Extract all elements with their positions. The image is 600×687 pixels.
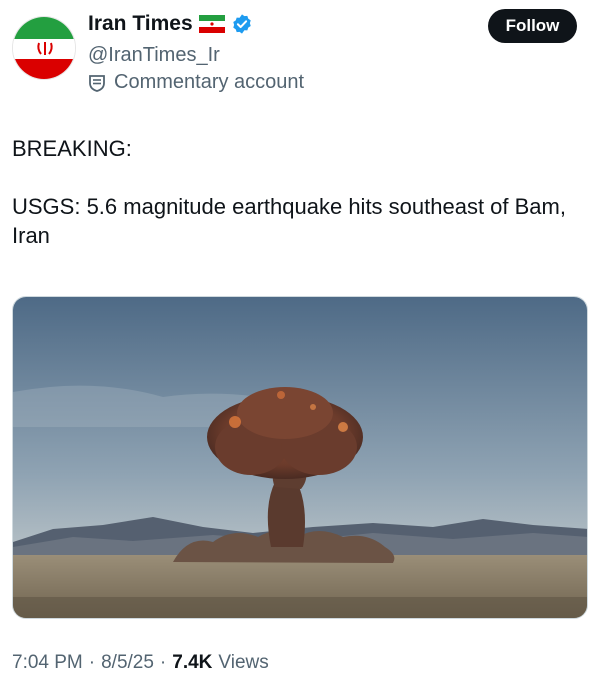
tweet-time[interactable]: 7:04 PM (12, 652, 83, 674)
mushroom-cloud-image (13, 297, 587, 618)
iran-flag-icon (198, 15, 225, 33)
views-count: 7.4K (172, 652, 213, 673)
tweet-line-gap (12, 163, 588, 192)
tweet-meta-row: 7:04 PM · 8/5/25 · 7.4K Views (12, 652, 269, 674)
tweet-text: BREAKING: USGS: 5.6 magnitude earthquake… (12, 134, 588, 250)
tweet-line-breaking: BREAKING: (12, 136, 132, 161)
meta-separator: · (159, 652, 167, 673)
author-handle[interactable]: @IranTimes_Ir (88, 44, 220, 67)
iran-flag-avatar-icon (13, 17, 75, 79)
tweet-line-body: USGS: 5.6 magnitude earthquake hits sout… (12, 194, 566, 248)
views-label: Views (218, 652, 269, 673)
commentary-icon (89, 74, 105, 92)
follow-button[interactable]: Follow (488, 9, 577, 43)
tweet-date[interactable]: 8/5/25 (101, 652, 154, 674)
verified-badge-icon (232, 14, 251, 34)
author-display-name[interactable]: Iran Times (88, 12, 193, 36)
meta-separator: · (88, 652, 96, 673)
account-label: Commentary account (114, 71, 305, 93)
tweet-media-image[interactable] (12, 296, 588, 619)
tweet-card: Iran Times @IranTimes_Ir Commentary acco… (0, 0, 600, 687)
avatar[interactable] (12, 16, 76, 80)
account-label-row: Commentary account (88, 71, 304, 94)
author-name-row: Iran Times (88, 12, 253, 36)
